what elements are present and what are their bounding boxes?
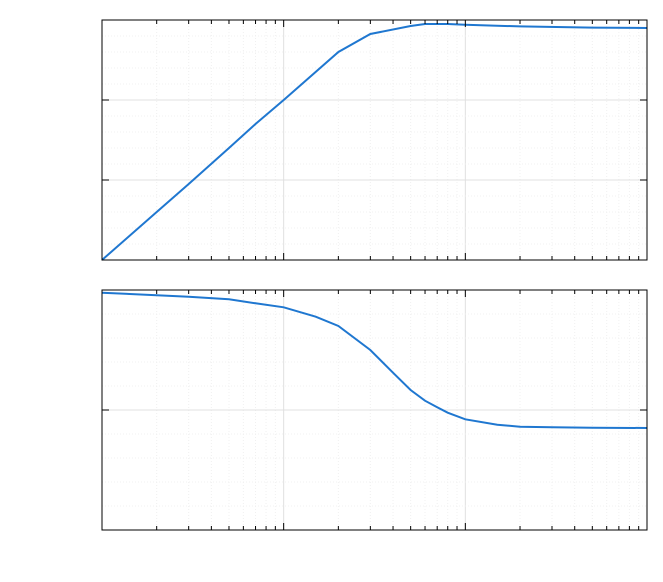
bode-plot [0, 0, 663, 582]
phase-plot [102, 290, 647, 530]
phase-plot-curve [102, 293, 647, 428]
magnitude-plot [102, 20, 647, 260]
magnitude-plot-curve [102, 24, 647, 260]
